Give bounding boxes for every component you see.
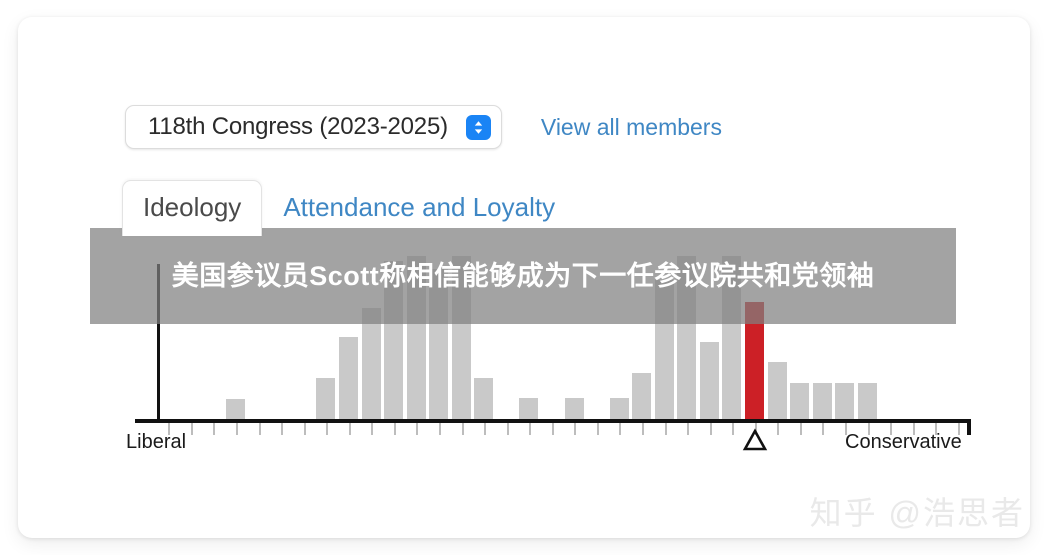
- headline-overlay: 美国参议员Scott称相信能够成为下一任参议院共和党领袖: [90, 228, 956, 324]
- congress-select[interactable]: 118th Congress (2023-2025): [125, 105, 502, 149]
- headline-overlay-text: 美国参议员Scott称相信能够成为下一任参议院共和党领袖: [171, 261, 875, 291]
- congress-selector-row: 118th Congress (2023-2025) View all memb…: [125, 105, 722, 149]
- view-all-members-link[interactable]: View all members: [541, 114, 722, 141]
- congress-select-value: 118th Congress (2023-2025): [148, 113, 448, 140]
- tab-ideology[interactable]: Ideology: [122, 180, 263, 236]
- screenshot-root: 118th Congress (2023-2025) View all memb…: [0, 0, 1049, 555]
- chevron-up-down-icon[interactable]: [465, 114, 491, 140]
- zhihu-watermark: 知乎 @浩思者: [809, 495, 1025, 531]
- tab-ideology-label: Ideology: [143, 192, 242, 222]
- tab-attendance-and-loyalty-label: Attendance and Loyalty: [283, 192, 556, 222]
